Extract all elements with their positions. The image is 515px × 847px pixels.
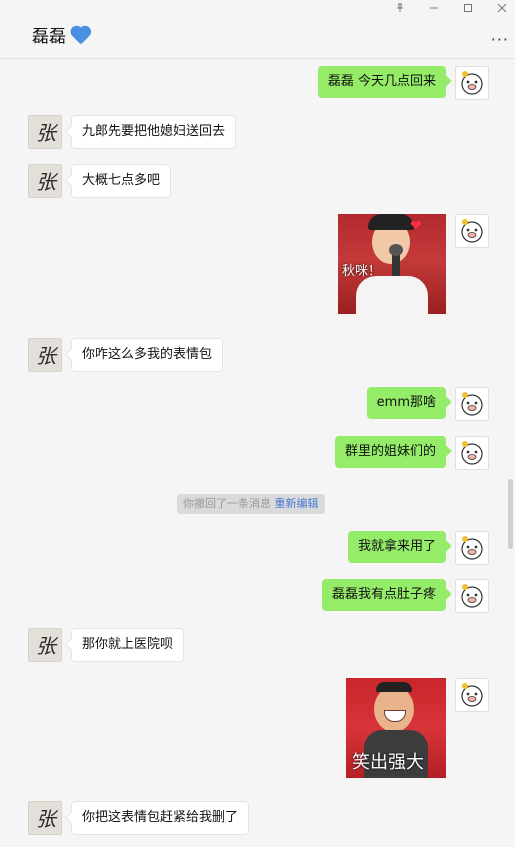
contact-name: 磊磊 [32, 27, 66, 47]
message-row: ❤ 秋咪！ [0, 214, 515, 314]
more-options-button[interactable]: ··· [491, 30, 509, 49]
message-row: 张 九郎先要把他媳妇送回去 [0, 115, 515, 149]
message-bubble-sent[interactable]: 群里的姐妹们的 [334, 436, 446, 468]
my-avatar[interactable] [455, 214, 489, 248]
message-bubble-sent[interactable]: 磊磊我有点肚子疼 [321, 579, 446, 611]
sticker-caption: 笑出强大 [352, 752, 424, 773]
message-row: 笑出强大 [0, 678, 515, 778]
title-bar: 磊磊 ··· [0, 0, 515, 59]
minimize-icon[interactable] [422, 2, 446, 18]
message-row: 张 你咋这么多我的表情包 [0, 338, 515, 372]
message-row: 张 你把这表情包赶紧给我删了 [0, 801, 515, 835]
re-edit-link[interactable]: 重新编辑 [275, 497, 319, 510]
message-bubble-sent[interactable]: 我就拿来用了 [347, 531, 446, 563]
recall-notice: 你撤回了一条消息 重新编辑 [177, 494, 325, 514]
message-bubble-received[interactable]: 大概七点多吧 [71, 164, 172, 198]
message-bubble-received[interactable]: 你咋这么多我的表情包 [71, 338, 224, 372]
message-row: emm那啥 [0, 387, 515, 421]
my-avatar[interactable] [455, 678, 489, 712]
contact-avatar[interactable]: 张 [28, 338, 62, 372]
my-avatar[interactable] [455, 579, 489, 613]
chat-title: 磊磊 [32, 22, 90, 47]
message-row: 磊磊 今天几点回来 [0, 66, 515, 100]
contact-avatar[interactable]: 张 [28, 164, 62, 198]
message-row: 群里的姐妹们的 [0, 436, 515, 470]
message-bubble-sent[interactable]: emm那啥 [366, 387, 446, 419]
blue-heart-icon [72, 27, 90, 45]
close-icon[interactable] [490, 2, 514, 18]
message-row: 我就拿来用了 [0, 531, 515, 565]
my-avatar[interactable] [455, 66, 489, 100]
contact-avatar[interactable]: 张 [28, 801, 62, 835]
message-row: 张 大概七点多吧 [0, 164, 515, 198]
heart-icon: ❤ [410, 218, 422, 234]
sticker-caption: 秋咪！ [342, 264, 382, 279]
sticker-image[interactable]: 笑出强大 [346, 678, 446, 778]
my-avatar[interactable] [455, 531, 489, 565]
contact-avatar[interactable]: 张 [28, 628, 62, 662]
message-bubble-received[interactable]: 那你就上医院呗 [71, 628, 185, 662]
maximize-icon[interactable] [456, 2, 480, 18]
scrollbar-thumb[interactable] [508, 479, 513, 549]
message-bubble-sent[interactable]: 磊磊 今天几点回来 [317, 66, 446, 98]
chat-area[interactable]: 磊磊 今天几点回来 张 九郎先要把他媳妇送回去 张 大概七点多吧 ❤ 秋咪！ 张… [0, 59, 515, 847]
sticker-image[interactable]: ❤ 秋咪！ [338, 214, 446, 314]
message-row: 磊磊我有点肚子疼 [0, 579, 515, 613]
message-bubble-received[interactable]: 九郎先要把他媳妇送回去 [71, 115, 237, 149]
message-bubble-received[interactable]: 你把这表情包赶紧给我删了 [71, 801, 250, 835]
contact-avatar[interactable]: 张 [28, 115, 62, 149]
my-avatar[interactable] [455, 436, 489, 470]
pin-icon[interactable] [388, 2, 412, 18]
message-row: 张 那你就上医院呗 [0, 628, 515, 662]
my-avatar[interactable] [455, 387, 489, 421]
recall-text: 你撤回了一条消息 [183, 497, 271, 510]
